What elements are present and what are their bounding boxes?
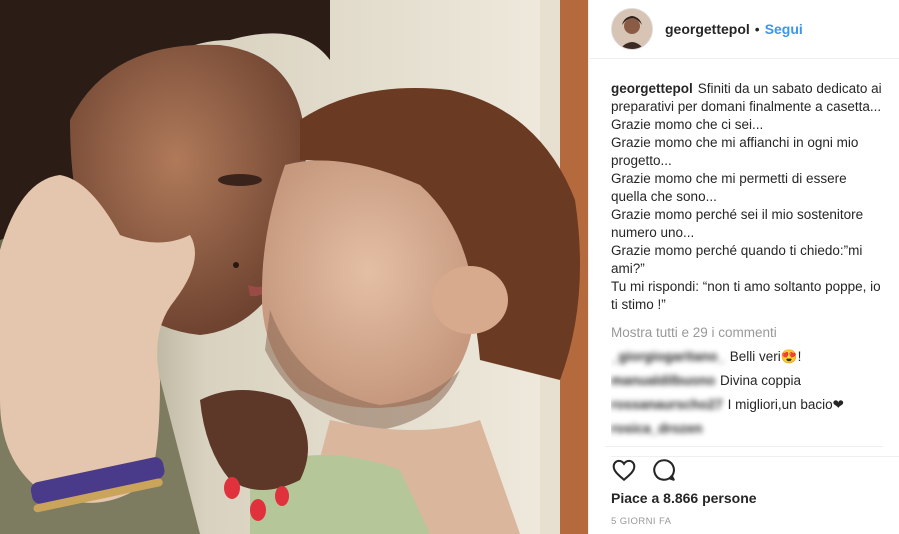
comment-username[interactable]: rosica_drozen <box>611 421 703 436</box>
actions-divider <box>605 446 883 447</box>
comment-text: I migliori,un bacio❤ <box>727 397 844 412</box>
comment-text: Divina coppia <box>720 373 802 388</box>
show-all-comments-link[interactable]: Mostra tutti e 29 i commenti <box>611 324 885 342</box>
post-caption: georgettepol Sfiniti da un sabato dedicat… <box>611 80 885 314</box>
avatar-image <box>612 9 652 49</box>
follow-button[interactable]: Segui <box>765 21 803 37</box>
caption-line: Tu mi rispondi: “non ti amo soltanto pop… <box>611 279 881 312</box>
comment-item: rosica_drozen <box>611 420 885 438</box>
heart-icon-graphic <box>612 459 636 482</box>
caption-line: Grazie momo che ci sei... <box>611 117 764 132</box>
caption-line: Grazie momo perché quando ti chiedo:”mi … <box>611 243 863 276</box>
comment-bubble-icon[interactable] <box>651 457 677 483</box>
post-timestamp[interactable]: 5 GIORNI FA <box>611 516 671 527</box>
caption-username[interactable]: georgettepol <box>611 81 693 96</box>
post-sidebar: georgettepol • Segui georgettepol Sfiniti… <box>588 0 899 534</box>
comments-section[interactable]: georgettepol Sfiniti da un sabato dedicat… <box>611 80 885 456</box>
comment-username[interactable]: _giorgiogaritano_ <box>611 349 725 364</box>
comment-username[interactable]: rossanaurscho27 <box>611 397 723 412</box>
post-header: georgettepol • Segui <box>589 0 899 59</box>
likes-count[interactable]: Piace a 8.866 persone <box>611 490 757 506</box>
comment-item: rossanaurscho27 I migliori,un bacio❤ <box>611 396 885 414</box>
caption-line: georgettepol Sfiniti da un sabato dedicat… <box>611 80 885 116</box>
comment-item: _giorgiogaritano_ Belli veri😍! <box>611 348 885 366</box>
header-separator: • <box>754 21 760 37</box>
instagram-post: georgettepol • Segui georgettepol Sfiniti… <box>0 0 899 534</box>
heart-icon[interactable] <box>611 457 637 483</box>
caption-line: Grazie momo che mi permetti di essere qu… <box>611 171 847 204</box>
avatar[interactable] <box>611 8 653 50</box>
caption-line: Grazie momo perché sei il mio sostenitor… <box>611 207 864 240</box>
comment-bubble-icon-graphic <box>653 459 675 481</box>
post-photo[interactable] <box>0 0 588 534</box>
header-username[interactable]: georgettepol <box>665 21 750 37</box>
caption-line: Grazie momo che mi affianchi in ogni mio… <box>611 135 859 168</box>
comment-item: manualdilbuono Divina coppia <box>611 372 885 390</box>
post-actions <box>611 456 899 483</box>
comment-username[interactable]: manualdilbuono <box>611 373 715 388</box>
post-photo-illustration <box>0 0 588 534</box>
comment-text: Belli veri😍! <box>729 349 802 364</box>
